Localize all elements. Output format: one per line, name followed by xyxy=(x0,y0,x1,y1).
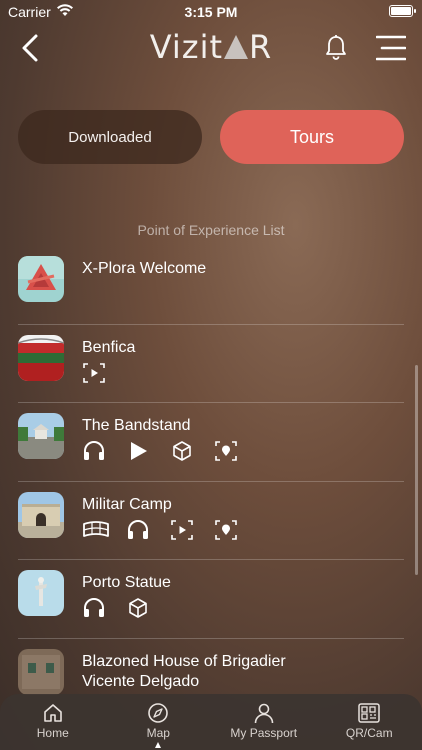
headphones-icon[interactable] xyxy=(126,519,150,541)
list-item-benfica[interactable]: Benfica xyxy=(0,325,422,404)
logo-triangle-icon xyxy=(224,35,249,59)
thumbnail-image xyxy=(18,413,64,460)
battery-icon xyxy=(389,5,416,17)
home-indicator-icon xyxy=(155,742,161,748)
menu-button[interactable] xyxy=(375,34,407,62)
list-item-bandstand[interactable]: The Bandstand xyxy=(0,403,422,482)
home-icon xyxy=(43,704,62,722)
location-icon[interactable] xyxy=(214,519,238,541)
video-icon[interactable] xyxy=(82,362,106,384)
panorama-icon[interactable] xyxy=(82,519,109,541)
item-features xyxy=(82,362,106,384)
thumbnail-image xyxy=(18,256,64,302)
tab-label: My Passport xyxy=(230,726,298,740)
headphones-icon[interactable] xyxy=(82,597,106,619)
list-item-militar-camp[interactable]: Militar Camp xyxy=(0,482,422,561)
qr-icon xyxy=(358,703,380,723)
tab-bar: Home Map My Passport QR/Cam xyxy=(0,694,422,750)
poi-list: X-Plora Welcome Benfica The Bandstand Mi… xyxy=(0,246,422,718)
tab-label: Home xyxy=(36,726,69,740)
scrollbar[interactable] xyxy=(415,365,418,575)
tab-my-passport[interactable]: My Passport xyxy=(211,694,317,750)
headphones-icon[interactable] xyxy=(82,440,106,462)
compass-icon xyxy=(148,703,169,723)
thumbnail-image xyxy=(18,648,64,695)
thumbnail-image xyxy=(18,570,64,617)
item-title: X-Plora Welcome xyxy=(82,260,207,277)
nav-bar: Vizit R xyxy=(0,24,422,72)
tab-label: Map xyxy=(146,726,170,740)
notifications-button[interactable] xyxy=(324,34,348,62)
tab-label: QR/Cam xyxy=(345,726,393,740)
tab-qr-cam[interactable]: QR/Cam xyxy=(317,694,422,750)
list-item-xplora-welcome[interactable]: X-Plora Welcome xyxy=(0,246,422,325)
tab-tours[interactable]: Tours xyxy=(220,110,404,164)
bell-icon xyxy=(326,35,346,60)
tab-downloaded[interactable]: Downloaded xyxy=(18,110,202,164)
list-item-porto-statue[interactable]: Porto Statue xyxy=(0,560,422,639)
section-title: Point of Experience List xyxy=(137,222,285,238)
play-icon[interactable] xyxy=(126,440,150,462)
item-title: The Bandstand xyxy=(82,417,191,435)
item-features xyxy=(82,519,238,541)
hamburger-menu-icon xyxy=(375,35,407,61)
video-icon[interactable] xyxy=(170,519,194,541)
item-title: Porto Statue xyxy=(82,574,171,592)
thumbnail-image xyxy=(18,491,64,538)
item-features xyxy=(82,597,150,619)
cube-icon[interactable] xyxy=(170,440,194,462)
cube-icon[interactable] xyxy=(126,597,150,619)
item-title: Benfica xyxy=(82,338,136,356)
clock: 3:15 PM xyxy=(184,4,238,20)
item-title: Militar Camp xyxy=(82,495,172,513)
app-logo: Vizit R xyxy=(149,28,273,66)
item-title: Blazoned House of Brigadier Vicente Delg… xyxy=(82,652,286,690)
status-bar: Carrier 3:15 PM xyxy=(0,0,422,24)
thumbnail-image xyxy=(18,334,64,381)
location-icon[interactable] xyxy=(214,440,238,462)
item-features xyxy=(82,440,238,462)
person-icon xyxy=(254,703,274,724)
tab-home[interactable]: Home xyxy=(0,694,106,750)
